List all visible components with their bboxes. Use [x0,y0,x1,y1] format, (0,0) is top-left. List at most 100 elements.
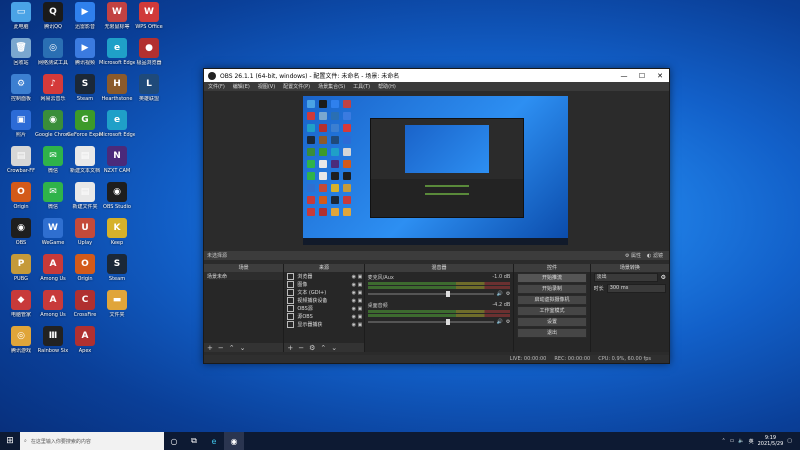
clock[interactable]: 9:19 2021/5/29 [758,435,784,447]
properties-button[interactable]: ⚙ 属性 [619,252,647,259]
volume-slider[interactable] [367,291,494,297]
menu-scene-collection[interactable]: 场景集合(S) [314,83,349,90]
lock-icon[interactable]: ▣ [358,314,364,320]
desktop-icon[interactable]: ▤ 新建文件夹 [67,182,103,222]
control-button[interactable]: 开始推流 [517,273,587,283]
volume-icon[interactable]: 🔈 [738,438,744,444]
scene-item[interactable]: 场景未命 [204,272,284,280]
menu-help[interactable]: 帮助(H) [374,83,400,90]
add-source-button[interactable]: + [287,344,293,352]
lock-icon[interactable]: ▣ [358,298,364,304]
obs-taskbar-icon[interactable]: ◉ [224,432,244,450]
desktop-icon[interactable]: ◉ OBS Studio [99,182,135,222]
desktop-icon[interactable]: ◉ OBS [3,218,39,258]
menu-edit[interactable]: 编辑(E) [229,83,254,90]
source-item[interactable]: 显示器捕获 ◉ ▣ [284,320,363,328]
desktop-icon[interactable]: A Apex [67,326,103,366]
desktop-icon[interactable]: N NZXT CAM [99,146,135,186]
desktop-icon[interactable]: G GeForce Experience [67,110,103,150]
cortana-icon[interactable]: ○ [164,432,184,450]
remove-source-button[interactable]: − [298,344,304,352]
chevron-up-icon[interactable]: ⌃ [721,438,725,444]
gear-icon[interactable]: ⚙ [506,319,510,325]
desktop-icon[interactable]: ◆ 电脑管家 [3,290,39,330]
source-item[interactable]: 图像 ◉ ▣ [284,280,363,288]
source-item[interactable]: OBS源 ◉ ▣ [284,304,363,312]
move-down-icon[interactable]: ⌄ [240,344,246,352]
desktop-icon[interactable]: ◉ Google Chrome [35,110,71,150]
source-item[interactable]: 浏览器 ◉ ▣ [284,272,363,280]
desktop-icon[interactable]: ▭ 此电脑 [3,2,39,42]
desktop-icon[interactable]: W 无限鼠标等 [99,2,135,42]
desktop-icon[interactable]: ◎ 网络测试工具 [35,38,71,78]
desktop-icon[interactable]: W WeGame [35,218,71,258]
desktop-icon[interactable]: ◎ 腾讯游戏 [3,326,39,366]
desktop-icon[interactable]: ▶ 腾讯视频 [67,38,103,78]
notification-icon[interactable]: ▢ [787,438,792,444]
duration-input[interactable]: 300 ms [606,284,666,293]
control-button[interactable]: 开始录制 [517,284,587,294]
lock-icon[interactable]: ▣ [358,306,364,312]
desktop-icon[interactable]: H Hearthstone [99,74,135,114]
gear-icon[interactable]: ⚙ [506,291,510,297]
desktop-icon[interactable]: ▤ Crowbar-FF [3,146,39,186]
desktop-icon[interactable]: Q 腾讯QQ [35,2,71,42]
gear-icon[interactable]: ⚙ [661,274,666,281]
desktop-icon[interactable]: C CrossFire [67,290,103,330]
desktop-icon[interactable]: ✉ 微信 [35,182,71,222]
preview-canvas[interactable] [303,96,568,245]
desktop-icon[interactable]: A Among Us [35,290,71,330]
desktop-icon[interactable]: ✉ 微信 [35,146,71,186]
desktop-icon[interactable]: K Keep [99,218,135,258]
menu-profile[interactable]: 配置文件(P) [279,83,314,90]
lock-icon[interactable]: ▣ [358,274,364,280]
control-button[interactable]: 启动虚拟摄像机 [517,295,587,305]
maximize-button[interactable]: ☐ [633,72,651,80]
desktop-icon[interactable]: Ⅲ Rainbow Six [35,326,71,366]
source-settings-icon[interactable]: ⚙ [309,344,315,352]
start-button[interactable]: ⊞ [0,432,20,450]
lock-icon[interactable]: ▣ [358,322,364,328]
control-button[interactable]: 退出 [517,328,587,338]
desktop-icon[interactable]: L 英雄联盟 [131,74,167,114]
edge-icon[interactable]: e [204,432,224,450]
transition-select[interactable]: 淡出 [593,273,658,282]
remove-scene-button[interactable]: − [218,344,224,352]
minimize-button[interactable]: — [615,72,633,80]
source-item[interactable]: 文本 (GDI+) ◉ ▣ [284,288,363,296]
speaker-icon[interactable]: 🔊 [497,319,503,325]
desktop-icon[interactable]: U Uplay [67,218,103,258]
desktop-icon[interactable]: e Microsoft Edge [99,38,135,78]
desktop-icon[interactable]: O Origin [67,254,103,294]
desktop-icon[interactable]: W WPS Office [131,2,167,42]
move-down-icon[interactable]: ⌄ [331,344,337,352]
desktop-icon[interactable]: P PUBG [3,254,39,294]
add-scene-button[interactable]: + [207,344,213,352]
volume-slider[interactable] [367,319,494,325]
desktop-icon[interactable]: ● 极品浏览器 [131,38,167,78]
desktop-icon[interactable]: 🗑 回收站 [3,38,39,78]
menu-view[interactable]: 视图(V) [254,83,279,90]
desktop-icon[interactable]: ▶ 迅雷影音 [67,2,103,42]
filters-button[interactable]: ◐ 滤镜 [647,252,669,259]
desktop-icon[interactable]: e Microsoft Edge [99,110,135,150]
desktop-icon[interactable]: ⚙ 控制面板 [3,74,39,114]
desktop-icon[interactable]: ▬ 文件夹 [99,290,135,330]
lock-icon[interactable]: ▣ [358,282,364,288]
source-item[interactable]: 源OBS ◉ ▣ [284,312,363,320]
speaker-icon[interactable]: 🔊 [497,291,503,297]
lock-icon[interactable]: ▣ [358,290,364,296]
desktop-icon[interactable]: O Origin [3,182,39,222]
task-view-icon[interactable]: ⧉ [184,432,204,450]
menu-file[interactable]: 文件(F) [204,83,229,90]
desktop-icon[interactable]: ▤ 新建文本文档 [67,146,103,186]
desktop-icon[interactable]: ▣ 照片 [3,110,39,150]
desktop-icon[interactable]: S Steam [99,254,135,294]
desktop-icon[interactable]: A Among Us [35,254,71,294]
menu-tools[interactable]: 工具(T) [349,83,374,90]
source-item[interactable]: 视频捕获设备 ◉ ▣ [284,296,363,304]
control-button[interactable]: 工作室模式 [517,306,587,316]
desktop-icon[interactable]: S Steam [67,74,103,114]
ime-indicator[interactable]: 英 [749,438,754,445]
search-input[interactable]: ⌕ 在这里输入你要搜索的内容 [20,432,164,450]
